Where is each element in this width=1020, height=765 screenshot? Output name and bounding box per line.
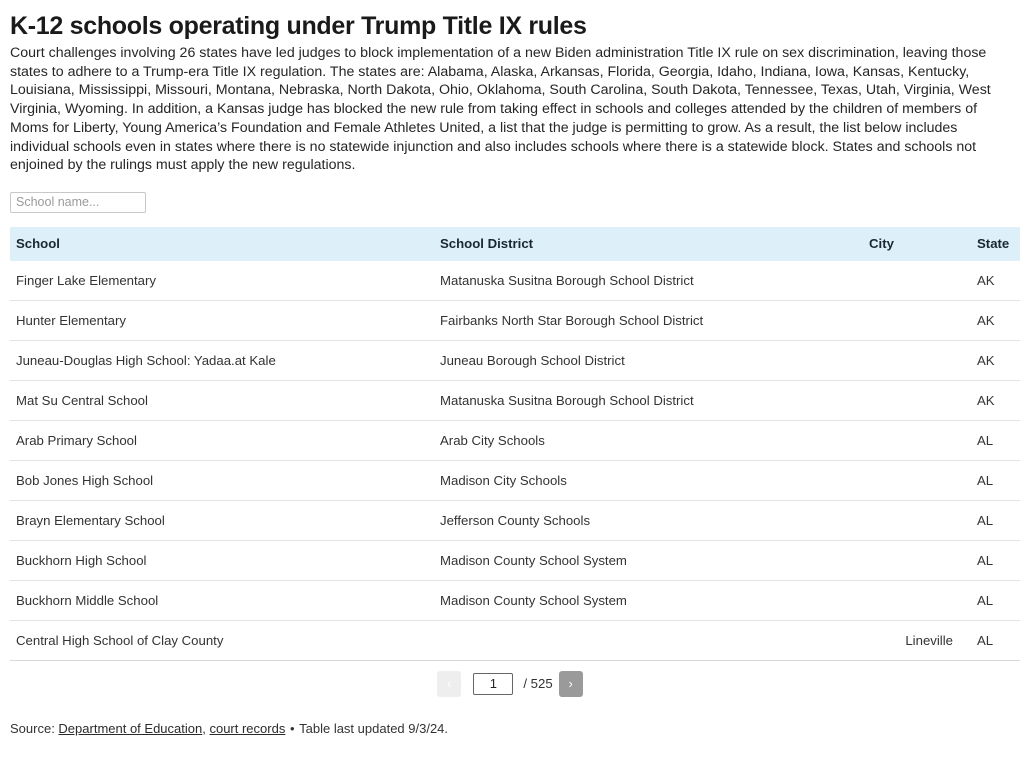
cell-state: AK — [959, 300, 1020, 341]
table-header: School School District City State — [10, 226, 1020, 261]
table-row: Bob Jones High School Madison City Schoo… — [10, 460, 1020, 501]
column-header-city[interactable]: City — [863, 226, 959, 261]
schools-table: School School District City State Finger… — [10, 226, 1020, 661]
cell-state: AK — [959, 260, 1020, 301]
cell-school: Buckhorn High School — [10, 540, 434, 581]
cell-state: AL — [959, 420, 1020, 461]
column-header-school[interactable]: School — [10, 226, 434, 261]
last-updated-label: Table last updated 9/3/24. — [299, 720, 449, 736]
cell-school: Buckhorn Middle School — [10, 580, 434, 621]
cell-city — [863, 540, 959, 581]
cell-district — [434, 620, 863, 661]
table-row: Arab Primary School Arab City Schools AL — [10, 420, 1020, 461]
cell-city — [863, 300, 959, 341]
cell-district: Fairbanks North Star Borough School Dist… — [434, 300, 863, 341]
table-row: Central High School of Clay County Linev… — [10, 620, 1020, 661]
table-body: Finger Lake Elementary Matanuska Susitna… — [10, 260, 1020, 661]
cell-school: Bob Jones High School — [10, 460, 434, 501]
cell-district: Madison City Schools — [434, 460, 863, 501]
cell-district: Matanuska Susitna Borough School Distric… — [434, 260, 863, 301]
cell-school: Arab Primary School — [10, 420, 434, 461]
intro-paragraph: Court challenges involving 26 states hav… — [10, 45, 991, 174]
cell-state: AK — [959, 340, 1020, 381]
cell-state: AL — [959, 580, 1020, 621]
footer-separator: • — [286, 720, 299, 736]
cell-district: Matanuska Susitna Borough School Distric… — [434, 380, 863, 421]
cell-school: Hunter Elementary — [10, 300, 434, 341]
next-page-button[interactable]: › — [558, 670, 583, 697]
cell-city — [863, 580, 959, 621]
pagination: ‹ / 525 › — [10, 670, 1010, 697]
table-header-row: School School District City State — [10, 226, 1020, 261]
cell-school: Juneau-Douglas High School: Yadaa.at Kal… — [10, 340, 434, 381]
source-prefix: Source: — [10, 720, 59, 736]
cell-district: Jefferson County Schools — [434, 500, 863, 541]
cell-city — [863, 260, 959, 301]
cell-school: Central High School of Clay County — [10, 620, 434, 661]
page-title: K-12 schools operating under Trump Title… — [10, 12, 587, 40]
cell-district: Madison County School System — [434, 540, 863, 581]
search-input[interactable] — [10, 191, 146, 213]
previous-page-button[interactable]: ‹ — [437, 670, 462, 697]
cell-city — [863, 380, 959, 421]
table-row: Buckhorn Middle School Madison County Sc… — [10, 580, 1020, 621]
page-number-input[interactable] — [473, 672, 514, 695]
table-row: Buckhorn High School Madison County Scho… — [10, 540, 1020, 581]
cell-state: AK — [959, 380, 1020, 421]
table-row: Hunter Elementary Fairbanks North Star B… — [10, 300, 1020, 341]
department-of-education-link[interactable]: Department of Education — [58, 721, 202, 736]
search-row — [10, 191, 1010, 220]
total-pages-label: / 525 — [523, 676, 553, 692]
cell-state: AL — [959, 540, 1020, 581]
table-row: Finger Lake Elementary Matanuska Susitna… — [10, 260, 1020, 301]
cell-city — [863, 340, 959, 381]
cell-district: Juneau Borough School District — [434, 340, 863, 381]
cell-state: AL — [959, 620, 1020, 661]
court-records-link[interactable]: court records — [209, 721, 285, 736]
cell-school: Brayn Elementary School — [10, 500, 434, 541]
footer-source-line: Source: Department of Education, court r… — [10, 721, 1010, 736]
page-root: K-12 schools operating under Trump Title… — [0, 0, 1020, 765]
table-row: Juneau-Douglas High School: Yadaa.at Kal… — [10, 340, 1020, 381]
column-header-district[interactable]: School District — [434, 226, 863, 261]
cell-state: AL — [959, 460, 1020, 501]
table-row: Mat Su Central School Matanuska Susitna … — [10, 380, 1020, 421]
cell-district: Arab City Schools — [434, 420, 863, 461]
cell-city — [863, 500, 959, 541]
cell-school: Mat Su Central School — [10, 380, 434, 421]
table-row: Brayn Elementary School Jefferson County… — [10, 500, 1020, 541]
cell-state: AL — [959, 500, 1020, 541]
cell-city — [863, 460, 959, 501]
cell-district: Madison County School System — [434, 580, 863, 621]
cell-city: Lineville — [863, 620, 959, 661]
column-header-state[interactable]: State — [959, 226, 1020, 261]
cell-school: Finger Lake Elementary — [10, 260, 434, 301]
cell-city — [863, 420, 959, 461]
